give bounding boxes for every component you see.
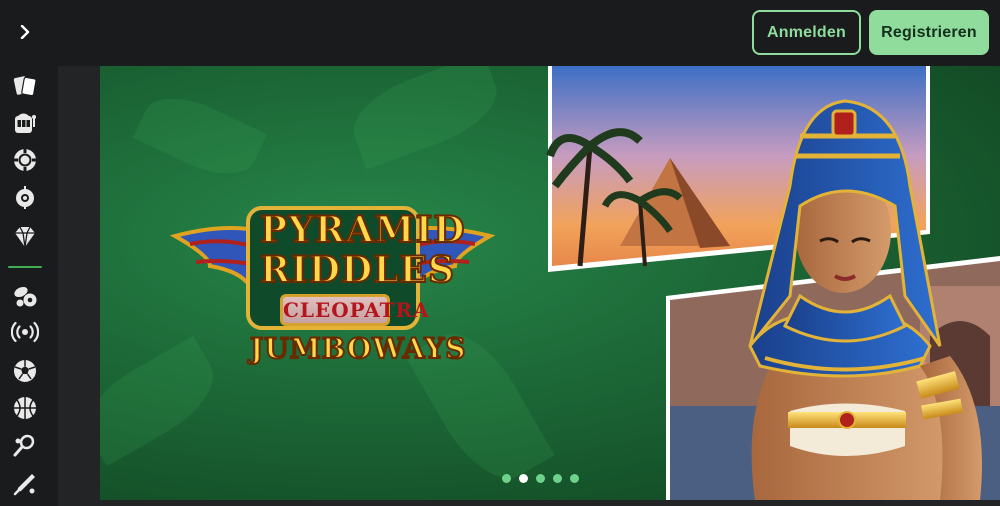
carousel-dot[interactable] — [502, 474, 511, 483]
sidebar-item-tennis[interactable] — [9, 430, 41, 462]
sidebar-item-sports[interactable] — [9, 280, 41, 312]
hero-banner[interactable]: PYRAMID RIDDLES CLEOPATRA JUMBOWAYS — [100, 66, 1000, 500]
sidebar-item-live[interactable] — [9, 316, 41, 348]
sidebar — [0, 0, 50, 506]
carousel-dot-active[interactable] — [519, 474, 528, 483]
soccer-ball-icon — [14, 360, 36, 382]
sports-balls-icon — [14, 286, 37, 307]
logo-title-line4: JUMBOWAYS — [249, 331, 467, 366]
carousel-dot[interactable] — [536, 474, 545, 483]
sidebar-divider — [8, 266, 42, 268]
live-broadcast-icon — [11, 321, 39, 343]
casino-chip-icon — [14, 149, 36, 171]
chevron-right-icon — [20, 25, 30, 39]
roulette-icon — [16, 186, 34, 209]
slot-machine-icon — [15, 113, 36, 133]
sidebar-item-roulette[interactable] — [9, 181, 41, 213]
register-button[interactable]: Registrieren — [869, 10, 989, 55]
sidebar-item-cards[interactable] — [9, 70, 41, 102]
cricket-icon — [13, 474, 35, 496]
carousel-dot[interactable] — [553, 474, 562, 483]
banner-artwork — [169, 66, 1000, 500]
login-button[interactable]: Anmelden — [752, 10, 861, 55]
top-bar: Anmelden Registrieren — [50, 0, 1000, 66]
sidebar-item-cricket[interactable] — [9, 468, 41, 500]
tennis-icon — [13, 434, 35, 457]
carousel-dot[interactable] — [570, 474, 579, 483]
sidebar-item-basketball[interactable] — [9, 392, 41, 424]
sidebar-item-jackpots[interactable] — [9, 221, 41, 253]
sidebar-item-table-games[interactable] — [9, 144, 41, 176]
diamond-icon — [15, 226, 35, 248]
carousel-pagination — [502, 474, 579, 483]
sidebar-expand-button[interactable] — [12, 18, 38, 46]
logo-title-line2: RIDDLES — [259, 249, 455, 291]
sidebar-item-football[interactable] — [9, 355, 41, 387]
cards-icon — [13, 76, 37, 97]
sidebar-item-slots[interactable] — [9, 107, 41, 139]
logo-subtitle-plate: CLEOPATRA — [280, 294, 429, 326]
basketball-icon — [14, 397, 36, 419]
logo-title-line1: PYRAMID — [259, 209, 466, 251]
